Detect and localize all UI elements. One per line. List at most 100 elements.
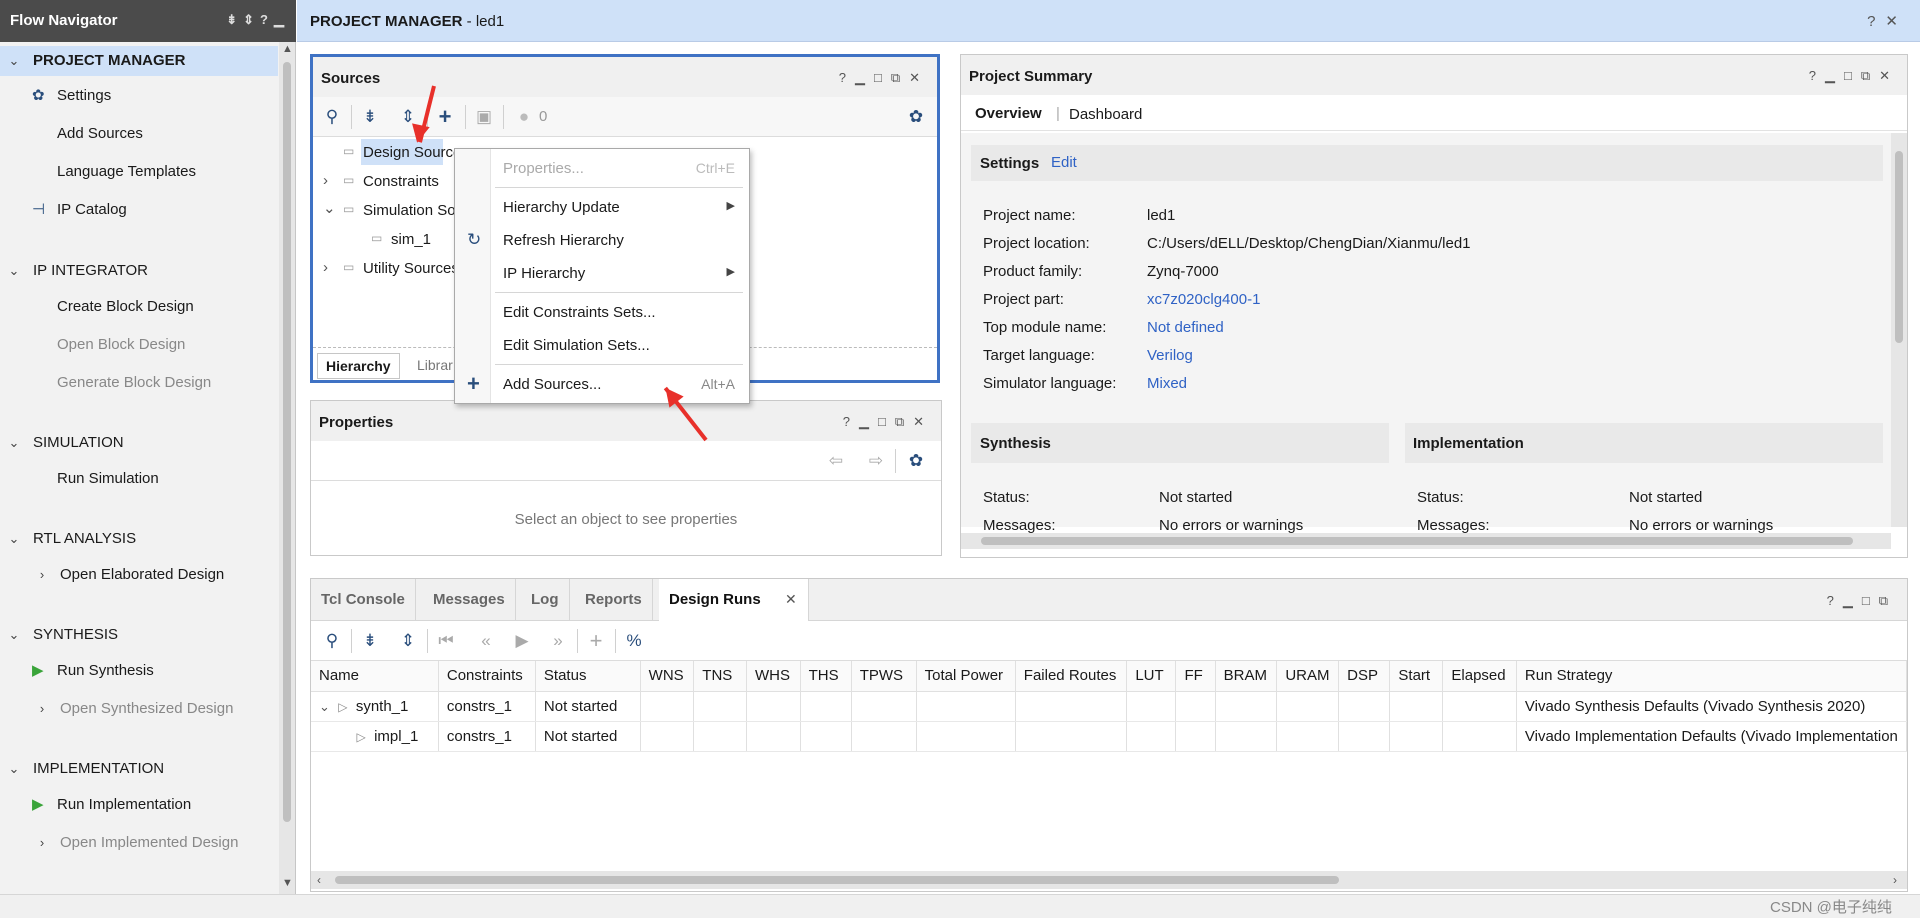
nav-section-synthesis[interactable]: ⌄ SYNTHESIS [0,620,278,650]
col-bram[interactable]: BRAM [1215,661,1278,692]
menu-item-edit-constraints-sets[interactable]: Edit Constraints Sets... [503,304,656,321]
chevron-right-icon[interactable]: › [34,694,50,724]
design-runs-scrollbar-thumb[interactable] [335,876,1339,884]
col-wns[interactable]: WNS [640,661,695,692]
menu-item-properties[interactable]: Properties... [503,160,584,177]
close-icon[interactable]: ✕ [785,591,797,608]
summary-scrollbar-v[interactable] [1891,133,1907,527]
sources-panel-controls[interactable]: ?▁□⧉✕ [839,70,929,86]
nav-item-open-elaborated-design[interactable]: › Open Elaborated Design [0,560,278,590]
collapse-all-icon[interactable]: ⇟ [359,630,381,652]
col-tpws[interactable]: TPWS [851,661,917,692]
target-language-link[interactable]: Verilog [1147,347,1193,364]
add-icon[interactable]: + [434,106,456,128]
flow-navigator-controls[interactable]: ⇟⇕?▁ [226,12,290,28]
collapse-all-icon[interactable]: ⇟ [359,106,381,128]
nav-item-run-implementation[interactable]: ▶ Run Implementation [0,790,278,820]
rewind-icon[interactable]: « [475,630,497,652]
col-tns[interactable]: TNS [693,661,747,692]
cell-name[interactable]: ⌄ ▷ synth_1 [311,691,439,722]
menu-item-refresh-hierarchy[interactable]: Refresh Hierarchy [503,232,624,249]
table-row[interactable]: ⌄ ▷ synth_1 constrs_1 Not started Vivado… [311,691,1907,722]
nav-section-project-manager[interactable]: ⌄ PROJECT MANAGER [0,46,278,76]
col-elapsed[interactable]: Elapsed [1442,661,1517,692]
chevron-down-icon[interactable]: ⌄ [323,201,336,216]
nav-item-open-block-design[interactable]: Open Block Design [0,330,278,360]
table-row[interactable]: ▷ impl_1 constrs_1 Not started Vivado Im… [311,721,1907,752]
chevron-down-icon[interactable]: ⌄ [6,620,22,650]
tree-item-utility-sources[interactable]: Utility Sources [363,260,459,277]
tree-item-sim-1[interactable]: sim_1 [391,231,431,248]
top-module-link[interactable]: Not defined [1147,319,1224,336]
design-runs-controls[interactable]: ?▁□⧉ [1827,593,1897,609]
chevron-down-icon[interactable]: ⌄ [6,754,22,784]
gear-icon[interactable]: ✿ [905,106,927,128]
project-part-link[interactable]: xc7z020clg400-1 [1147,291,1260,308]
nav-scrollbar-thumb[interactable] [283,62,291,822]
tree-item-design-sources[interactable]: Design Sources [363,144,469,161]
summary-scrollbar-h-thumb[interactable] [981,537,1853,545]
col-lut[interactable]: LUT [1126,661,1177,692]
header-controls[interactable]: ?✕ [1867,12,1908,30]
nav-section-rtl-analysis[interactable]: ⌄ RTL ANALYSIS [0,524,278,554]
help-doc-icon[interactable]: ▣ [473,106,495,128]
menu-item-edit-simulation-sets[interactable]: Edit Simulation Sets... [503,337,650,354]
tab-dashboard[interactable]: Dashboard [1069,106,1142,123]
nav-section-ip-integrator[interactable]: ⌄ IP INTEGRATOR [0,256,278,286]
nav-item-language-templates[interactable]: Language Templates [0,157,278,187]
tree-item-simulation-sources[interactable]: Simulation Sou [363,202,464,219]
first-icon[interactable]: ⏮ [435,630,457,652]
col-total-power[interactable]: Total Power [916,661,1016,692]
nav-item-open-synthesized-design[interactable]: › Open Synthesized Design [0,694,278,724]
chevron-down-icon[interactable]: ⌄ [6,256,22,286]
simulator-language-link[interactable]: Mixed [1147,375,1187,392]
tab-overview[interactable]: Overview [975,105,1042,122]
play-icon[interactable]: ▶ [511,630,533,652]
col-failed-routes[interactable]: Failed Routes [1015,661,1128,692]
tab-messages[interactable]: Messages [423,579,516,621]
col-uram[interactable]: URAM [1276,661,1340,692]
search-icon[interactable]: ⚲ [321,630,343,652]
fast-forward-icon[interactable]: » [547,630,569,652]
add-icon[interactable]: + [585,630,607,652]
nav-item-add-sources[interactable]: Add Sources [0,119,278,149]
cell-name[interactable]: ▷ impl_1 [311,721,439,752]
chevron-right-icon[interactable]: › [323,260,328,275]
scroll-down-icon[interactable]: ▼ [282,878,293,889]
chevron-down-icon[interactable]: ⌄ [6,524,22,554]
menu-item-add-sources[interactable]: Add Sources... [503,376,601,393]
expand-all-icon[interactable]: ⇕ [397,630,419,652]
tab-tcl-console[interactable]: Tcl Console [311,579,416,621]
nav-scrollbar[interactable]: ▲ ▼ [279,42,295,894]
col-status[interactable]: Status [535,661,641,692]
back-arrow-icon[interactable]: ⇦ [825,450,847,472]
tab-log[interactable]: Log [521,579,570,621]
nav-item-run-synthesis[interactable]: ▶ Run Synthesis [0,656,278,686]
tree-item-constraints[interactable]: Constraints [363,173,439,190]
chevron-down-icon[interactable]: ⌄ [319,699,330,714]
nav-section-simulation[interactable]: ⌄ SIMULATION [0,428,278,458]
menu-item-hierarchy-update[interactable]: Hierarchy Update [503,199,620,216]
nav-section-implementation[interactable]: ⌄ IMPLEMENTATION [0,754,278,784]
summary-scrollbar-h[interactable] [961,533,1891,549]
tab-libraries[interactable]: Librar [417,357,453,373]
summary-panel-controls[interactable]: ?▁□⧉✕ [1809,68,1899,84]
properties-panel-controls[interactable]: ?▁□⧉✕ [843,414,933,430]
chevron-right-icon[interactable]: › [323,173,328,188]
edit-link[interactable]: Edit [1051,154,1077,171]
summary-scrollbar-v-thumb[interactable] [1895,151,1903,343]
col-name[interactable]: Name [311,661,439,692]
menu-item-ip-hierarchy[interactable]: IP Hierarchy [503,265,585,282]
percent-icon[interactable]: % [623,630,645,652]
scroll-up-icon[interactable]: ▲ [282,44,293,55]
col-constraints[interactable]: Constraints [438,661,536,692]
nav-item-create-block-design[interactable]: Create Block Design [0,292,278,322]
chevron-right-icon[interactable]: › [34,828,50,858]
nav-item-settings[interactable]: ✿ Settings [0,81,278,111]
forward-arrow-icon[interactable]: ⇨ [865,450,887,472]
chevron-down-icon[interactable]: ⌄ [6,46,22,76]
col-run-strategy[interactable]: Run Strategy [1516,661,1907,692]
col-start[interactable]: Start [1389,661,1444,692]
chevron-right-icon[interactable]: › [34,560,50,590]
col-ths[interactable]: THS [800,661,852,692]
